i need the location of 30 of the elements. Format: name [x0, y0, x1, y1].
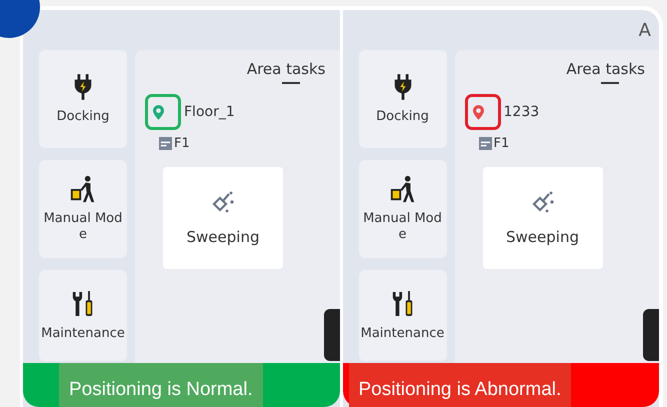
- side-handle: [643, 309, 659, 361]
- sweeping-task-card[interactable]: Sweeping: [163, 167, 283, 269]
- side-handle: [324, 309, 340, 361]
- plug-icon: [72, 73, 94, 101]
- corner-text: A: [638, 20, 651, 41]
- maintenance-button[interactable]: Maintenance: [358, 270, 446, 361]
- person-pushing-cart-icon: [69, 175, 97, 203]
- location-name: Floor_1: [184, 104, 235, 120]
- person-pushing-cart-icon: [388, 175, 416, 203]
- floor-label: F1: [494, 136, 510, 151]
- tools-icon: [390, 290, 414, 318]
- location-name: 1233: [504, 104, 540, 120]
- location-pin-icon: [153, 104, 164, 120]
- docking-button[interactable]: Docking: [39, 50, 127, 148]
- floor-icon: [478, 137, 492, 150]
- location-pin-icon: [472, 104, 484, 120]
- manual-mode-button[interactable]: Manual Mode: [39, 160, 127, 258]
- tab-title[interactable]: Area tasks: [246, 60, 326, 78]
- docking-button[interactable]: Docking: [358, 50, 446, 148]
- status-message: Positioning is Abnormal.: [348, 363, 572, 407]
- sweeping-task-card[interactable]: Sweeping: [482, 167, 602, 269]
- maintenance-button[interactable]: Maintenance: [39, 270, 127, 361]
- floor-label: F1: [174, 136, 190, 151]
- tools-icon: [71, 290, 95, 318]
- manual-mode-button[interactable]: Manual Mode: [358, 160, 446, 258]
- status-message: Positioning is Normal.: [59, 363, 263, 407]
- tab-indicator: [282, 82, 300, 84]
- tab-title[interactable]: Area tasks: [566, 60, 645, 78]
- tab-indicator: [601, 82, 619, 84]
- floor-icon: [159, 137, 172, 150]
